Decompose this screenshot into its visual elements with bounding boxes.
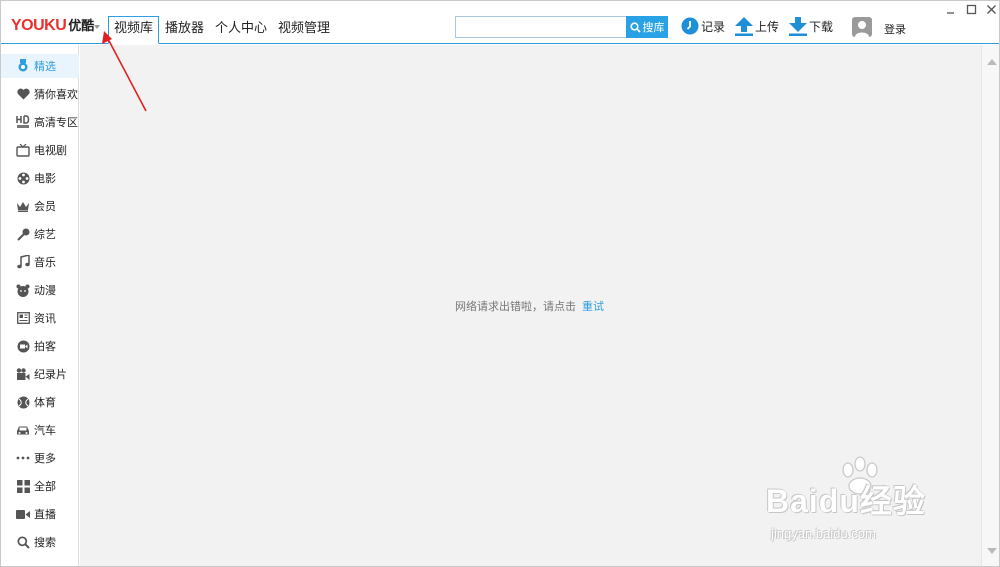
sidebar-item-sports[interactable]: 体育 bbox=[1, 390, 79, 414]
youku-logo[interactable]: YOUKU 优酷 bbox=[11, 15, 94, 35]
sidebar: 精选 猜你喜欢 高清专区 电视剧 电影 会员 综艺 音乐 动漫 资讯 拍客 纪录… bbox=[1, 45, 79, 566]
heart-icon bbox=[16, 87, 30, 101]
search-button[interactable]: 搜库 bbox=[626, 16, 668, 38]
sidebar-item-label: 拍客 bbox=[34, 340, 56, 353]
sidebar-item-auto[interactable]: 汽车 bbox=[1, 418, 79, 442]
sidebar-item-label: 会员 bbox=[34, 200, 56, 213]
download-button[interactable]: 下载 bbox=[789, 17, 833, 36]
camera-icon bbox=[16, 339, 30, 353]
grid-icon bbox=[16, 479, 30, 493]
upload-button[interactable]: 上传 bbox=[735, 17, 779, 36]
more-dots-icon bbox=[16, 451, 30, 465]
sidebar-item-label: 汽车 bbox=[34, 424, 56, 437]
search-icon bbox=[629, 21, 641, 33]
sidebar-item-label: 动漫 bbox=[34, 284, 56, 297]
main-content: 网络请求出错啦，请点击 重试 bbox=[80, 45, 981, 566]
sidebar-item-guess-you-like[interactable]: 猜你喜欢 bbox=[1, 82, 79, 106]
sidebar-item-label: 音乐 bbox=[34, 256, 56, 269]
search-button-label: 搜库 bbox=[642, 22, 665, 34]
logo-text-cn: 优酷 bbox=[68, 19, 95, 34]
tab-video-management[interactable]: 视频管理 bbox=[278, 20, 330, 43]
sidebar-item-label: 全部 bbox=[34, 480, 56, 493]
sidebar-item-paike[interactable]: 拍客 bbox=[1, 334, 79, 358]
microphone-icon bbox=[16, 227, 30, 241]
retry-link[interactable]: 重试 bbox=[582, 300, 604, 313]
close-icon[interactable] bbox=[986, 4, 997, 15]
upload-arrow-icon bbox=[735, 17, 753, 36]
sidebar-item-label: 电影 bbox=[34, 172, 56, 185]
sidebar-item-label: 体育 bbox=[34, 396, 56, 409]
logo-dropdown-caret-icon[interactable] bbox=[94, 25, 100, 29]
sidebar-item-label: 猜你喜欢 bbox=[34, 88, 78, 101]
sidebar-item-label: 直播 bbox=[34, 508, 56, 521]
live-icon bbox=[16, 507, 30, 521]
sidebar-item-all[interactable]: 全部 bbox=[1, 474, 79, 498]
sidebar-item-anime[interactable]: 动漫 bbox=[1, 278, 79, 302]
sidebar-item-hd-zone[interactable]: 高清专区 bbox=[1, 110, 79, 134]
tv-icon bbox=[16, 143, 30, 157]
sidebar-item-more[interactable]: 更多 bbox=[1, 446, 79, 470]
cartoon-icon bbox=[16, 283, 30, 297]
download-label: 下载 bbox=[809, 20, 834, 34]
sidebar-item-label: 更多 bbox=[34, 452, 56, 465]
video-camera-icon bbox=[16, 367, 30, 381]
tab-video-library[interactable]: 视频库 bbox=[108, 16, 159, 44]
youku-client-window: YOUKU 优酷 视频库 播放器 个人中心 视频管理 搜库 记录 上传 下载 登… bbox=[0, 0, 1000, 567]
logo-text-en: YOUKU bbox=[11, 17, 67, 34]
sidebar-item-label: 高清专区 bbox=[34, 116, 78, 129]
sidebar-item-news[interactable]: 资讯 bbox=[1, 306, 79, 330]
top-bar: YOUKU 优酷 视频库 播放器 个人中心 视频管理 搜库 记录 上传 下载 登… bbox=[1, 1, 999, 44]
sidebar-item-tv-series[interactable]: 电视剧 bbox=[1, 138, 79, 162]
sidebar-item-label: 搜索 bbox=[34, 536, 56, 549]
avatar[interactable] bbox=[852, 17, 872, 37]
sidebar-item-featured[interactable]: 精选 bbox=[1, 54, 79, 78]
sidebar-item-movies[interactable]: 电影 bbox=[1, 166, 79, 190]
medal-icon bbox=[16, 59, 30, 73]
sidebar-item-search[interactable]: 搜索 bbox=[1, 530, 79, 554]
sidebar-item-music[interactable]: 音乐 bbox=[1, 250, 79, 274]
sidebar-item-live[interactable]: 直播 bbox=[1, 502, 79, 526]
history-label: 记录 bbox=[701, 19, 726, 34]
scroll-up-arrow-icon[interactable] bbox=[987, 59, 997, 65]
news-icon bbox=[16, 311, 30, 325]
ball-icon bbox=[16, 395, 30, 409]
tab-personal-center[interactable]: 个人中心 bbox=[215, 20, 267, 43]
history-button[interactable]: 记录 bbox=[681, 17, 725, 35]
clock-icon bbox=[681, 17, 699, 35]
sidebar-item-documentary[interactable]: 纪录片 bbox=[1, 362, 79, 386]
network-error-message: 网络请求出错啦，请点击 重试 bbox=[455, 298, 604, 314]
sidebar-item-label: 综艺 bbox=[34, 228, 56, 241]
hd-icon bbox=[16, 115, 30, 129]
upload-label: 上传 bbox=[755, 20, 780, 34]
login-link[interactable]: 登录 bbox=[884, 21, 906, 37]
minimize-icon[interactable] bbox=[945, 4, 956, 15]
tab-player[interactable]: 播放器 bbox=[165, 20, 204, 43]
maximize-icon[interactable] bbox=[966, 4, 977, 15]
sidebar-item-label: 资讯 bbox=[34, 312, 56, 325]
sidebar-item-variety[interactable]: 综艺 bbox=[1, 222, 79, 246]
scroll-down-arrow-icon[interactable] bbox=[987, 548, 997, 554]
vertical-scrollbar[interactable] bbox=[981, 45, 999, 566]
film-reel-icon bbox=[16, 171, 30, 185]
search-input[interactable] bbox=[455, 16, 626, 38]
music-note-icon bbox=[16, 255, 30, 269]
sidebar-item-vip[interactable]: 会员 bbox=[1, 194, 79, 218]
sidebar-item-label: 纪录片 bbox=[34, 368, 67, 381]
car-icon bbox=[16, 423, 30, 437]
sidebar-item-label: 精选 bbox=[34, 60, 56, 73]
crown-icon bbox=[16, 199, 30, 213]
search-icon bbox=[16, 535, 30, 549]
download-arrow-icon bbox=[789, 17, 807, 36]
user-silhouette-icon bbox=[855, 21, 869, 37]
error-text: 网络请求出错啦，请点击 bbox=[455, 300, 576, 313]
sidebar-item-label: 电视剧 bbox=[34, 144, 67, 157]
